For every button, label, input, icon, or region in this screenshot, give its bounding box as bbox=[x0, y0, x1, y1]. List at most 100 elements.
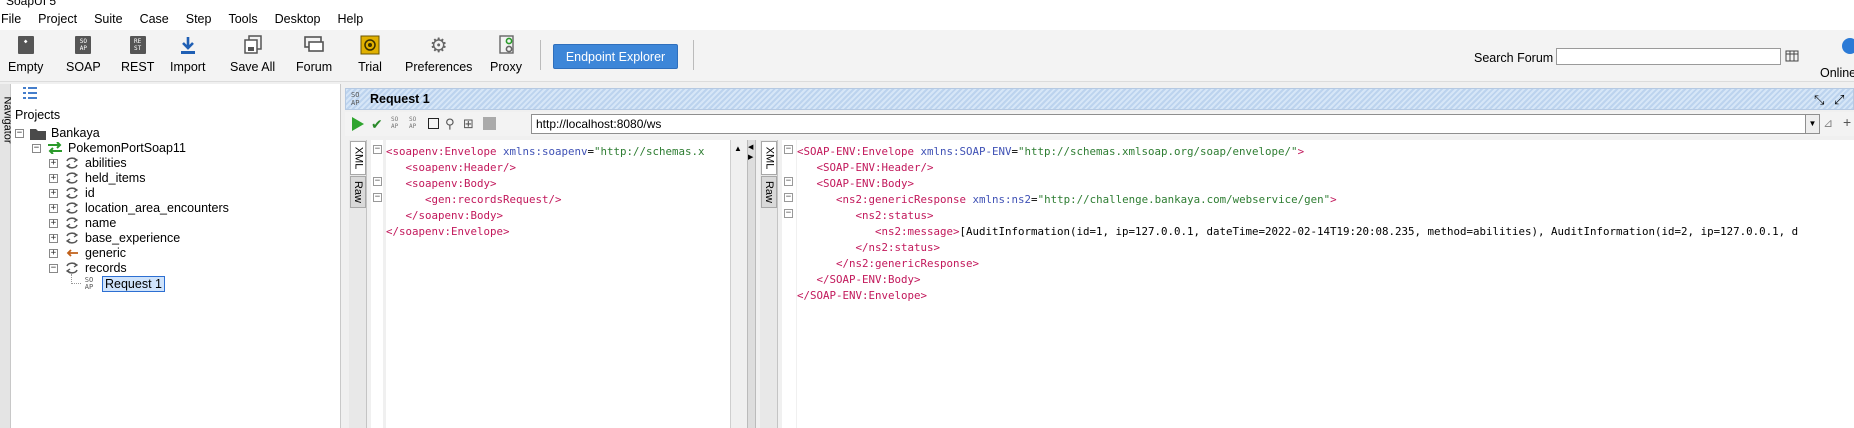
check-icon[interactable]: ✔ bbox=[371, 116, 383, 133]
empty-project-icon: ◆ bbox=[14, 34, 38, 56]
xml-line: <ns2:message>[AuditInformation(id=1, ip=… bbox=[797, 224, 1854, 240]
xml-token: <SOAP-ENV:Envelope bbox=[797, 145, 921, 158]
xml-token bbox=[797, 193, 836, 206]
request-xml-editor[interactable]: <soapenv:Envelope xmlns:soapenv="http://… bbox=[386, 140, 730, 428]
trial-button[interactable]: Trial bbox=[358, 34, 382, 80]
add-endpoint-icon[interactable]: + bbox=[1843, 114, 1851, 130]
xml-token: [AuditInformation(id=1, ip=127.0.0.1, da… bbox=[959, 225, 1799, 238]
menu-tools[interactable]: Tools bbox=[220, 12, 266, 26]
restore-icon[interactable]: ⤢ bbox=[1834, 92, 1844, 108]
tree-node-operation[interactable]: + base_experience bbox=[49, 230, 180, 246]
tree-node-interface[interactable]: − PokemonPortSoap11 bbox=[32, 140, 186, 156]
request-raw-tab[interactable]: Raw bbox=[350, 176, 366, 208]
expand-icon[interactable]: + bbox=[49, 233, 58, 243]
menu-suite[interactable]: Suite bbox=[86, 12, 132, 26]
list-view-icon[interactable] bbox=[23, 87, 37, 102]
endpoint-url-field[interactable]: http://localhost:8080/ws bbox=[531, 114, 1806, 134]
rest-button[interactable]: RE ST REST bbox=[121, 34, 154, 80]
import-button[interactable]: Import bbox=[170, 34, 205, 80]
fold-icon[interactable]: − bbox=[784, 193, 793, 202]
collapse-icon[interactable]: − bbox=[32, 143, 41, 153]
xml-token: xmlns:soapenv bbox=[503, 145, 588, 158]
xml-token: <SOAP-ENV:Header/> bbox=[816, 161, 934, 174]
menu-desktop[interactable]: Desktop bbox=[267, 12, 330, 26]
collapse-left-icon[interactable]: ◀ bbox=[748, 143, 753, 151]
endpoint-explorer-button[interactable]: Endpoint Explorer bbox=[553, 44, 678, 69]
tree-node-request[interactable]: SO AP Request 1 bbox=[81, 276, 165, 292]
operation-icon bbox=[64, 216, 80, 230]
response-xml-editor[interactable]: <SOAP-ENV:Envelope xmlns:SOAP-ENV="http:… bbox=[797, 140, 1854, 428]
fold-icon[interactable]: − bbox=[784, 145, 793, 154]
preferences-button[interactable]: ⚙ Preferences bbox=[405, 34, 472, 80]
online-label[interactable]: Online bbox=[1820, 66, 1854, 80]
search-forum-icon[interactable] bbox=[1785, 49, 1799, 66]
soap-icon: SO AP bbox=[71, 34, 95, 56]
expand-icon[interactable]: + bbox=[49, 188, 58, 198]
search-forum-input[interactable] bbox=[1556, 48, 1781, 65]
expand-icon[interactable]: + bbox=[49, 158, 58, 168]
request-scrollbar[interactable]: ▲ bbox=[730, 140, 744, 428]
menu-file[interactable]: File bbox=[0, 12, 30, 26]
soap-button[interactable]: SO AP SOAP bbox=[66, 34, 101, 80]
xml-token: <soapenv:Header/> bbox=[405, 161, 517, 174]
run-icon[interactable] bbox=[351, 116, 365, 135]
xml-token bbox=[797, 177, 817, 190]
xml-line: </ns2:genericResponse> bbox=[797, 256, 1854, 272]
soap-action-icon[interactable]: SO AP bbox=[391, 116, 398, 130]
menu-bar: File Project Suite Case Step Tools Deskt… bbox=[0, 8, 1854, 30]
scroll-up-icon[interactable]: ▲ bbox=[734, 144, 742, 153]
toolbar-separator bbox=[693, 40, 694, 70]
navigator-tab[interactable]: Navigator bbox=[0, 84, 14, 428]
fold-icon[interactable]: − bbox=[784, 177, 793, 186]
xml-token: </ns2:status> bbox=[855, 241, 941, 254]
operation-icon bbox=[64, 201, 80, 215]
menu-help[interactable]: Help bbox=[330, 12, 373, 26]
request-header: SO AP Request 1 ⤡ ⤢ bbox=[345, 88, 1854, 110]
empty-button[interactable]: ◆ Empty bbox=[8, 34, 43, 80]
soap-action-icon[interactable]: SO AP bbox=[409, 116, 416, 130]
tree-node-operation[interactable]: + location_area_encounters bbox=[49, 200, 229, 216]
response-xml-tab[interactable]: XML bbox=[761, 141, 777, 175]
tree-node-operation[interactable]: + held_items bbox=[49, 170, 145, 186]
fold-icon[interactable]: − bbox=[373, 145, 382, 154]
tree-node-operation[interactable]: + name bbox=[49, 215, 116, 231]
response-raw-tab[interactable]: Raw bbox=[761, 176, 777, 208]
menu-case[interactable]: Case bbox=[132, 12, 178, 26]
tree-node-operation[interactable]: + generic bbox=[49, 245, 126, 261]
fold-icon[interactable]: − bbox=[784, 209, 793, 218]
soap-request-icon: SO AP bbox=[84, 276, 94, 291]
tree-node-operation[interactable]: + abilities bbox=[49, 155, 127, 171]
fold-icon[interactable]: − bbox=[373, 193, 382, 202]
xml-token: </soapenv:Body> bbox=[405, 209, 504, 222]
edit-endpoint-icon[interactable]: ⊿ bbox=[1823, 116, 1833, 130]
user-icon[interactable]: ⚲ bbox=[445, 116, 455, 132]
expand-icon[interactable]: + bbox=[49, 173, 58, 183]
tree-node-operation[interactable]: − records bbox=[49, 260, 127, 276]
minimize-icon[interactable]: ⤡ bbox=[1814, 92, 1824, 108]
tree-node-operation[interactable]: + id bbox=[49, 185, 95, 201]
expand-icon[interactable]: + bbox=[49, 248, 58, 258]
split-divider[interactable]: ◀ ▶ bbox=[747, 140, 756, 428]
xml-token: "http://schemas.x bbox=[594, 145, 705, 158]
collapse-icon[interactable]: − bbox=[49, 263, 58, 273]
fold-icon[interactable]: − bbox=[373, 177, 382, 186]
expand-icon[interactable]: + bbox=[49, 203, 58, 213]
forum-button[interactable]: Forum bbox=[296, 34, 332, 80]
proxy-button[interactable]: Proxy bbox=[490, 34, 522, 80]
xml-line: <gen:recordsRequest/> bbox=[386, 192, 730, 208]
menu-step[interactable]: Step bbox=[178, 12, 221, 26]
save-all-icon bbox=[241, 34, 265, 56]
collapse-right-icon[interactable]: ▶ bbox=[748, 153, 753, 161]
interface-icon bbox=[47, 141, 63, 155]
xml-token bbox=[797, 161, 817, 174]
stop-icon[interactable] bbox=[428, 118, 439, 129]
menu-project[interactable]: Project bbox=[30, 12, 86, 26]
request-xml-tab[interactable]: XML bbox=[350, 141, 366, 175]
tree-node-project[interactable]: − Bankaya bbox=[15, 125, 100, 141]
endpoint-dropdown[interactable]: ▼ bbox=[1805, 114, 1820, 134]
attachment-icon[interactable]: ⊞ bbox=[463, 116, 474, 132]
collapse-icon[interactable]: − bbox=[15, 128, 24, 138]
expand-icon[interactable]: + bbox=[49, 218, 58, 228]
xml-token bbox=[386, 209, 406, 222]
save-all-button[interactable]: Save All bbox=[230, 34, 275, 80]
